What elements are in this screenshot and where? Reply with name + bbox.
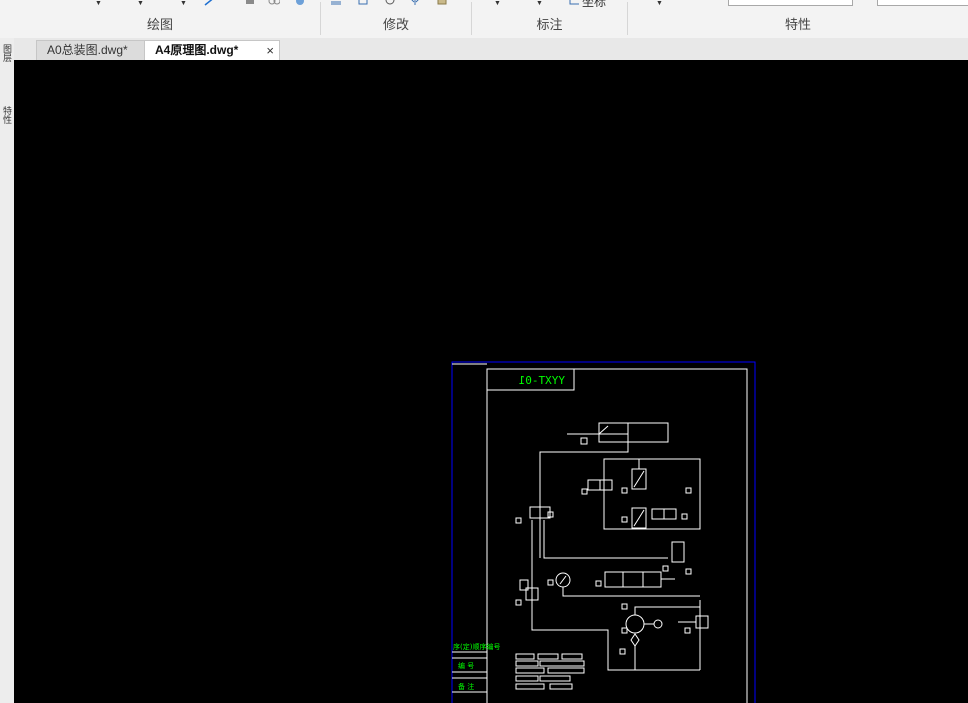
side-panel-tab-properties[interactable]: 特性 <box>1 106 12 124</box>
sheet-frame <box>486 368 748 703</box>
ribbon-group-label-draw: 绘图 <box>146 17 173 32</box>
region-tool-icon[interactable] <box>294 0 306 6</box>
ribbon-group-annotate: ▼ ▼ 坐标 标注 <box>472 0 627 38</box>
dropdown-arrow-icon[interactable]: ▼ <box>536 0 543 8</box>
coordinate-icon[interactable] <box>568 0 580 6</box>
ribbon-group-modify: 修改 <box>321 0 471 38</box>
check-valve-symbol <box>621 507 688 529</box>
dropdown-arrow-icon[interactable]: ▼ <box>180 0 187 8</box>
side-palette-strip: 图层 特性 <box>0 38 15 703</box>
ribbon-group-label-properties: 特性 <box>784 17 811 32</box>
table-row-text: 备 注 <box>458 682 474 691</box>
document-tab-a0[interactable]: A0总装图.dwg* <box>36 40 154 60</box>
dropdown-arrow-icon[interactable]: ▼ <box>494 0 501 8</box>
close-icon[interactable]: × <box>266 41 274 60</box>
ribbon-group-draw: ▼ ▼ ▼ 绘图 <box>0 0 320 38</box>
hydraulic-cylinder-symbol <box>567 422 669 445</box>
copy-tool-icon[interactable] <box>357 0 369 6</box>
side-panel-tab-layers[interactable]: 图层 <box>1 44 12 62</box>
lineweight-combo[interactable] <box>877 0 968 6</box>
linetype-combo[interactable] <box>728 0 853 6</box>
main-directional-valve-symbol <box>595 541 692 588</box>
line-tool-icon[interactable] <box>204 0 216 6</box>
coordinate-label[interactable]: 坐标 <box>582 0 606 10</box>
table-row-text: 编 号 <box>458 661 474 670</box>
document-tab-a4[interactable]: A4原理图.dwg* × <box>144 40 280 60</box>
dropdown-arrow-icon[interactable]: ▼ <box>95 0 102 8</box>
array-tool-icon[interactable] <box>268 0 280 6</box>
rotate-tool-icon[interactable] <box>384 0 396 6</box>
dropdown-arrow-icon[interactable]: ▼ <box>656 0 663 8</box>
relief-valve-symbol <box>678 615 709 634</box>
pump-symbol <box>619 603 700 670</box>
ribbon-group-properties: ▼ 特性 <box>628 0 968 38</box>
move-tool-icon[interactable] <box>330 0 342 6</box>
document-tab-label: A0总装图.dwg* <box>47 43 128 57</box>
document-tab-label: A4原理图.dwg* <box>155 43 239 57</box>
mirror-tool-icon[interactable] <box>409 0 421 6</box>
scale-tool-icon[interactable] <box>436 0 448 6</box>
viewport-border[interactable] <box>451 361 756 703</box>
relief-valve-symbol <box>515 579 539 606</box>
dropdown-arrow-icon[interactable]: ▼ <box>137 0 144 8</box>
ribbon: ▼ ▼ ▼ 绘图 修改 ▼ ▼ 坐标 标注 ▼ 特性 <box>0 0 968 39</box>
check-valve-symbol <box>631 459 647 490</box>
drawing-canvas[interactable]: YYXT-01 序(定)顺序编号 编 号 备 注 <box>14 60 968 703</box>
ribbon-group-label-modify: 修改 <box>382 17 409 32</box>
hatch-tool-icon[interactable] <box>244 0 256 6</box>
table-row-text: 序(定)顺序编号 <box>453 642 500 651</box>
document-tab-bar: A0总装图.dwg* A4原理图.dwg* × <box>14 38 968 61</box>
ribbon-group-label-annotate: 标注 <box>536 17 563 32</box>
title-block-text: YYXT-01 <box>519 374 565 387</box>
parts-list-block <box>515 653 585 690</box>
solenoid-valve-symbol <box>515 506 554 524</box>
hydraulic-schematic-drawing: YYXT-01 序(定)顺序编号 编 号 备 注 <box>451 361 756 703</box>
